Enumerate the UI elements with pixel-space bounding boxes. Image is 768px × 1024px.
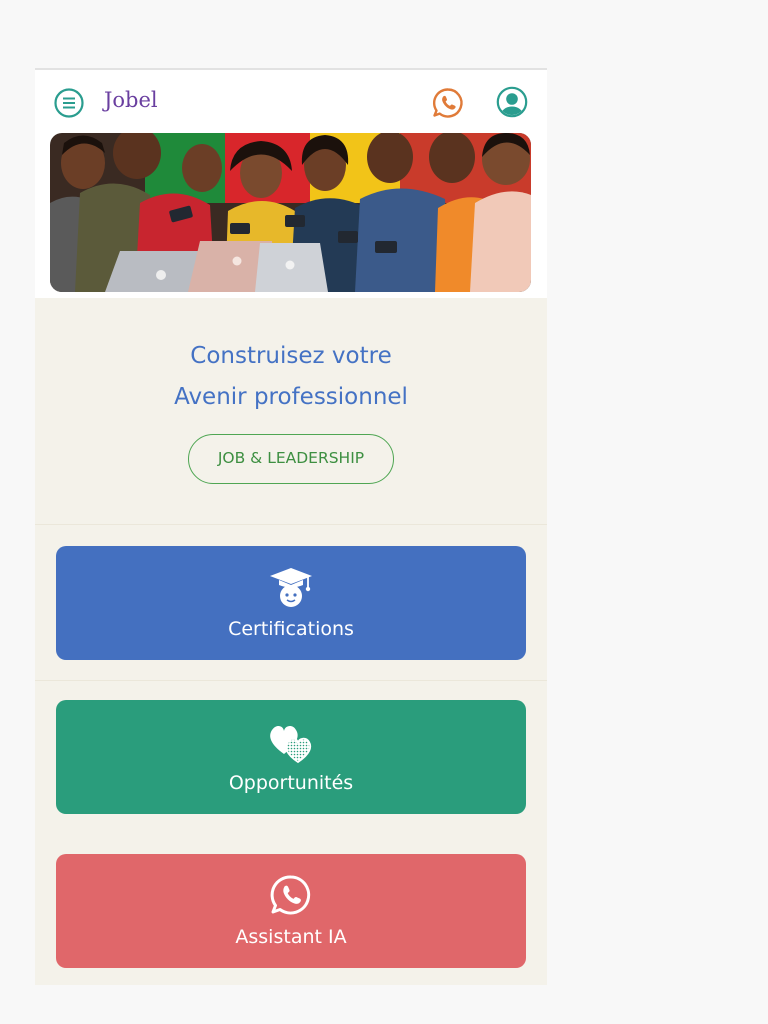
assistant-ia-label: Assistant IA — [235, 926, 347, 948]
hearts-icon — [266, 720, 316, 764]
hero-image — [50, 133, 531, 292]
user-icon — [496, 86, 528, 118]
certifications-card[interactable]: Certifications — [56, 546, 526, 660]
hero-section — [35, 132, 547, 298]
job-leadership-button[interactable]: JOB & LEADERSHIP — [188, 434, 394, 484]
certifications-label: Certifications — [228, 618, 354, 640]
headline: Construisez votre Avenir professionnel — [35, 336, 547, 418]
app-screen: Jobel Construisez votre Avenir professio… — [35, 68, 547, 985]
top-bar: Jobel — [35, 68, 547, 134]
menu-button[interactable] — [53, 87, 85, 119]
opportunites-card[interactable]: Opportunités — [56, 700, 526, 814]
brand-title: Jobel — [104, 88, 158, 112]
divider — [35, 680, 547, 681]
headline-line-2: Avenir professionnel — [174, 384, 408, 410]
whatsapp-icon — [432, 88, 463, 118]
divider — [35, 524, 547, 525]
headline-line-1: Construisez votre — [190, 343, 392, 369]
opportunites-label: Opportunités — [228, 772, 354, 794]
graduation-icon — [266, 566, 316, 610]
assistant-ia-card[interactable]: Assistant IA — [56, 854, 526, 968]
whatsapp-icon — [266, 874, 316, 918]
profile-button[interactable] — [496, 86, 528, 118]
whatsapp-button[interactable] — [431, 86, 465, 120]
menu-icon — [54, 88, 84, 118]
